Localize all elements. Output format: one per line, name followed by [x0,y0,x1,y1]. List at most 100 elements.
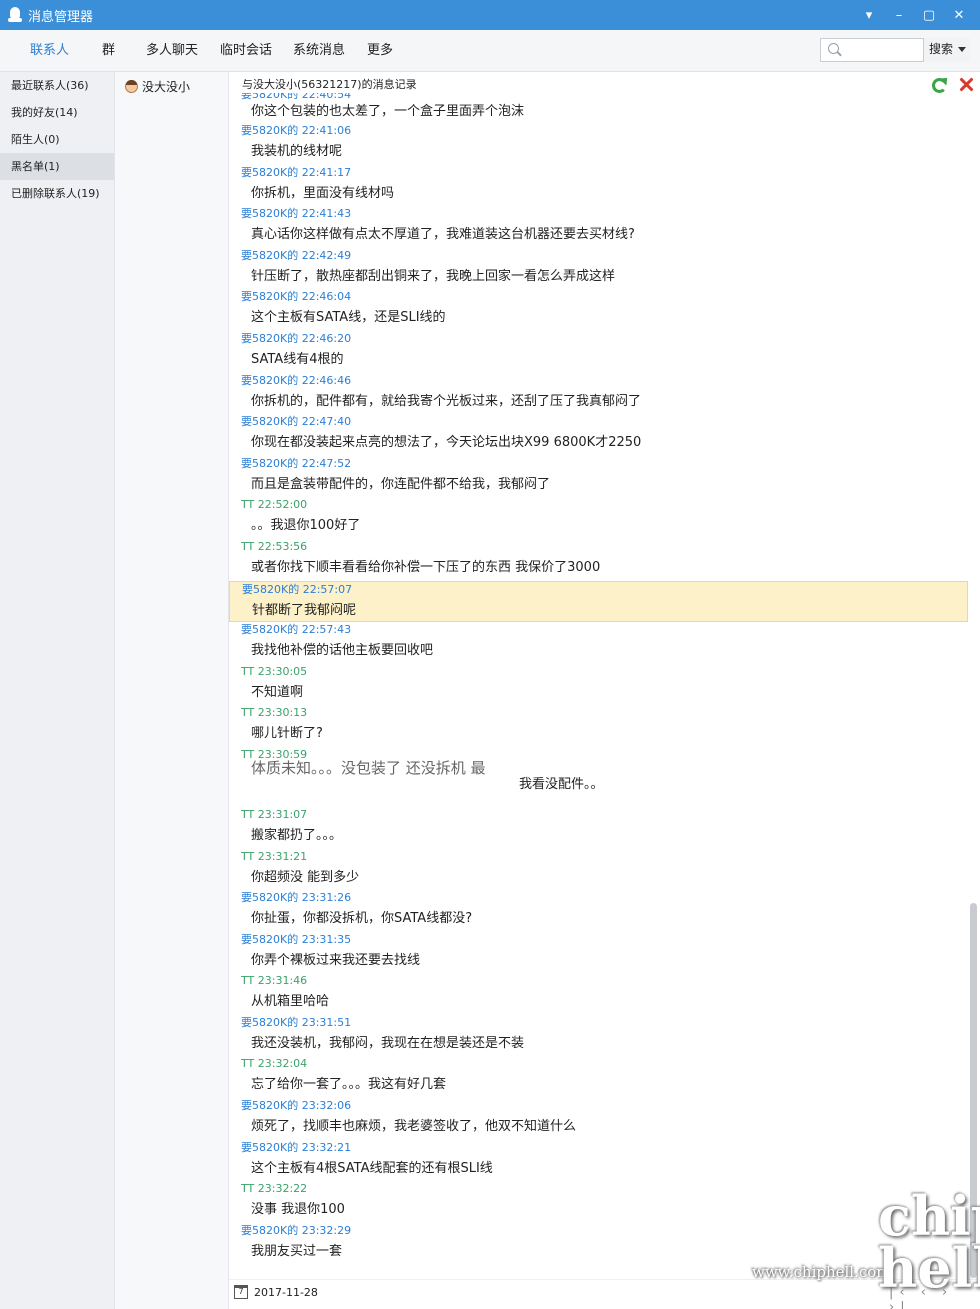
message-text: 从机箱里哈哈 [251,994,330,1010]
tab-groups[interactable]: 群 [102,30,115,72]
search-icon [828,43,839,54]
message-text: 我装机的线材呢 [251,144,343,159]
message-list[interactable]: 要5820K的 22:40:54 你这个包装的也太差了，一个盒子里面弄个泡沫 要5… [229,93,968,1268]
watermark: www.chiphell.com chip hell [748,1189,980,1305]
delete-icon[interactable] [958,76,974,92]
message-meta: TT 23:32:04 [241,1057,308,1071]
message-text: 。。我退你100好了 [251,518,361,534]
title-bar: 消息管理器 ▾ – ▢ ✕ [0,0,980,30]
message-item[interactable]: 要5820K的 22:47:40 你现在都没装起来点亮的想法了，今天论坛出块X99… [229,414,968,456]
message-text: 这个主板有4根SATA线配套的还有根SLI线 [251,1160,493,1176]
message-item[interactable]: TT 23:30:59 体质未知。。。没包装了 还没拆机 最我看没配件。。 [229,747,968,807]
message-meta: 要5820K的 23:32:29 [241,1223,352,1237]
message-meta: 要5820K的 22:47:52 [241,456,352,470]
message-text: 不知道啊 [251,684,304,700]
message-item[interactable]: TT 23:31:46 从机箱里哈哈 [229,973,968,1015]
tab-multi-chat[interactable]: 多人聊天 [146,30,198,72]
tab-more[interactable]: 更多 [367,30,393,72]
message-item[interactable]: 要5820K的 22:47:52 而且是盒装带配件的，你连配件都不给我，我郁闷了 [229,456,968,498]
maximize-button[interactable]: ▢ [914,8,944,23]
window-title: 消息管理器 [28,9,94,25]
message-meta: 要5820K的 22:42:49 [241,248,352,262]
contact-item[interactable]: 没大没小 [125,76,190,96]
message-meta: 要5820K的 22:41:43 [241,207,352,221]
message-item[interactable]: TT 22:52:00 。。我退你100好了 [229,497,968,539]
message-item[interactable]: 要5820K的 22:57:07 针都断了我郁闷呢 [229,580,968,623]
sidebar-item-friends[interactable]: 我的好友(14) [0,99,114,126]
message-pane: 与没大没小(56321217)的消息记录 要5820K的 22:40:54 你这… [229,72,980,1309]
sidebar-item-deleted[interactable]: 已删除联系人(19) [0,180,114,207]
tab-contacts[interactable]: 联系人 [30,30,69,72]
message-text: 你现在都没装起来点亮的想法了，今天论坛出块X99 6800K才2250 [251,435,642,451]
vertical-scrollbar[interactable] [969,98,978,1278]
message-text: 我找他补偿的话他主板要回收吧 [251,643,434,659]
message-meta: 要5820K的 23:31:51 [241,1015,352,1029]
chevron-down-icon[interactable] [958,47,966,52]
calendar-icon[interactable]: 7 [234,1285,248,1299]
message-text: 没事 我退你100 [251,1202,345,1218]
search-box: 搜索 [820,38,970,62]
message-text: 你这个包装的也太差了，一个盒子里面弄个泡沫 [251,104,525,119]
message-item[interactable]: 要5820K的 23:32:06 烦死了，找顺丰也麻烦，我老婆签收了，他双不知道什… [229,1098,968,1140]
sidebar-item-recent[interactable]: 最近联系人(36) [0,72,114,99]
message-text: 你拆机的，配件都有，就给我寄个光板过来，还刮了压了我真郁闷了 [251,393,642,409]
message-meta: 要5820K的 22:57:43 [241,623,352,637]
message-meta: 要5820K的 23:32:21 [241,1140,352,1154]
message-item[interactable]: 要5820K的 22:42:49 针压断了，散热座都刮出铜来了，我晚上回家一看怎么… [229,248,968,290]
message-item[interactable]: 要5820K的 23:31:35 你弄个裸板过来我还要去找线 [229,932,968,974]
avatar-icon [125,79,138,93]
message-meta: TT 23:32:22 [241,1182,308,1196]
message-meta: 要5820K的 22:47:40 [241,415,352,429]
window-controls: ▾ – ▢ ✕ [854,0,974,30]
message-item[interactable]: 要5820K的 22:41:06 我装机的线材呢 [229,123,968,165]
contact-list: 没大没小 [115,72,229,1309]
message-item[interactable]: 要5820K的 22:46:46 你拆机的，配件都有，就给我寄个光板过来，还刮了压… [229,373,968,415]
app-logo-icon [8,7,22,23]
message-item[interactable]: 要5820K的 23:31:26 你扯蛋，你都没拆机，你SATA线都没? [229,890,968,932]
message-text: 哪儿针断了? [251,726,323,742]
message-text: 体质未知。。。没包装了 还没拆机 最 [251,758,486,777]
close-button[interactable]: ✕ [944,8,974,23]
message-meta: TT 23:30:05 [241,664,308,678]
watermark-url: www.chiphell.com [752,1263,891,1281]
message-item[interactable]: TT 23:31:21 你超频没 能到多少 [229,849,968,891]
sidebar-item-strangers[interactable]: 陌生人(0) [0,126,114,153]
sidebar-item-blacklist[interactable]: 黑名单(1) [0,153,114,180]
message-text: SATA线有4根的 [251,351,344,367]
message-item[interactable]: TT 23:30:05 不知道啊 [229,664,968,706]
message-item[interactable]: TT 23:31:07 搬家都扔了。。。 [229,807,968,849]
message-text-overlay: 我看没配件。。 [519,776,604,792]
message-item[interactable]: 要5820K的 23:31:51 我还没装机，我郁闷，我现在在想是装还是不装 [229,1015,968,1057]
message-item[interactable]: 要5820K的 22:46:04 这个主板有SATA线，还是SLI线的 [229,289,968,331]
message-meta: 要5820K的 22:46:46 [241,373,352,387]
tab-temp-session[interactable]: 临时会话 [220,30,272,72]
message-item[interactable]: 要5820K的 22:41:43 真心话你这样做有点太不厚道了，我难道装这台机器还… [229,206,968,248]
message-item[interactable]: 你这个包装的也太差了，一个盒子里面弄个泡沫 [229,101,968,123]
message-item[interactable]: 要5820K的 23:32:21 这个主板有4根SATA线配套的还有根SLI线 [229,1140,968,1182]
message-text: 忘了给你一套了。。。我这有好几套 [251,1077,447,1093]
message-meta: 要5820K的 22:57:07 [242,582,353,596]
nav-bar: 联系人 群 多人聊天 临时会话 系统消息 更多 搜索 [0,30,980,72]
message-item[interactable]: TT 23:30:13 哪儿针断了? [229,705,968,747]
message-text: 这个主板有SATA线，还是SLI线的 [251,310,446,326]
dropdown-menu-button[interactable]: ▾ [854,8,884,23]
message-item[interactable]: 要5820K的 22:41:17 你拆机，里面没有线材吗 [229,165,968,207]
message-text: 烦死了，找顺丰也麻烦，我老婆签收了，他双不知道什么 [251,1119,577,1135]
message-text: 针都断了我郁闷呢 [252,602,357,618]
message-meta: 要5820K的 23:32:06 [241,1099,352,1113]
message-text: 你扯蛋，你都没拆机，你SATA线都没? [251,911,473,927]
search-input[interactable] [847,41,921,59]
refresh-icon[interactable] [932,78,947,93]
minimize-button[interactable]: – [884,8,914,23]
message-item[interactable]: 要5820K的 22:57:43 我找他补偿的话他主板要回收吧 [229,622,968,664]
message-item[interactable]: 要5820K的 22:46:20 SATA线有4根的 [229,331,968,373]
message-meta: 要5820K的 22:46:20 [241,331,352,345]
tab-system-messages[interactable]: 系统消息 [293,30,345,72]
message-text: 你弄个裸板过来我还要去找线 [251,952,421,968]
message-item[interactable]: TT 23:32:04 忘了给你一套了。。。我这有好几套 [229,1056,968,1098]
search-button[interactable]: 搜索 [923,38,970,62]
message-text: 针压断了，散热座都刮出铜来了，我晚上回家一看怎么弄成这样 [251,268,616,284]
message-text: 你拆机，里面没有线材吗 [251,185,395,201]
message-item[interactable]: TT 22:53:56 或者你找下顺丰看看给你补偿一下压了的东西 我保价了3000 [229,539,968,581]
message-meta: TT 23:31:21 [241,849,308,863]
